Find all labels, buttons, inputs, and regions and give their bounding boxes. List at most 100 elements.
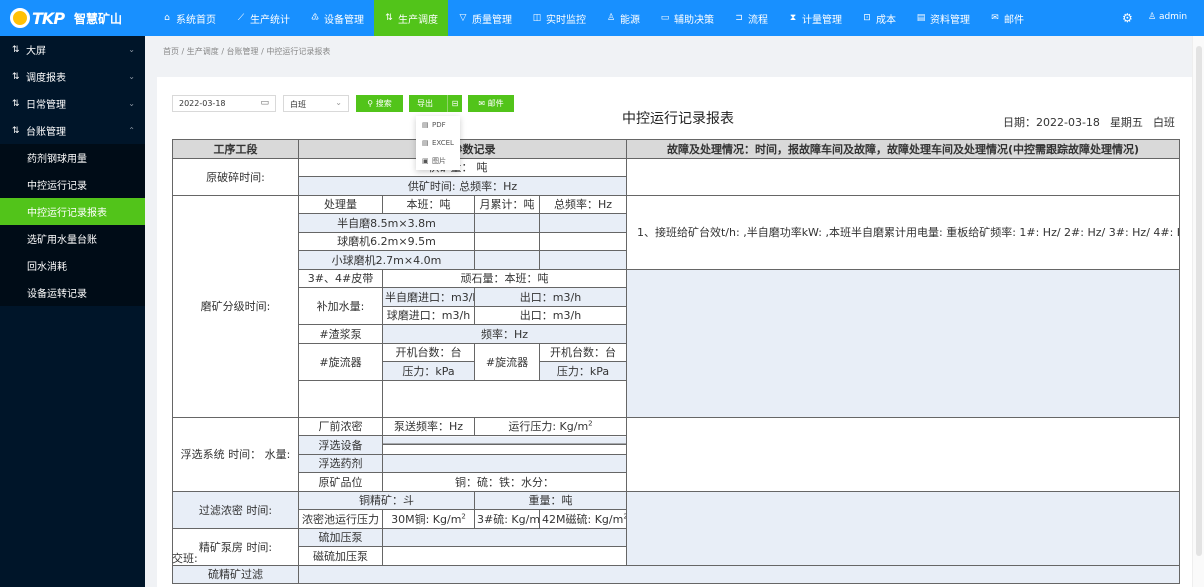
dispatch-icon: ⇅	[385, 13, 393, 23]
export-option-label: 图片	[432, 157, 446, 165]
search-button[interactable]: ⚲ 搜索	[356, 95, 403, 112]
nav-item-5[interactable]: ◫ 实时监控	[522, 0, 596, 36]
open-count-a: 开机台数：台	[382, 342, 475, 362]
sidebar-item-3[interactable]: 选矿用水量台账	[0, 225, 145, 252]
open-count-b: 开机台数：台	[539, 342, 627, 362]
this-shift: 本班：吨	[382, 194, 475, 214]
home-icon: ⌂	[164, 13, 170, 23]
search-label: 搜索	[375, 99, 392, 108]
nav-item-4[interactable]: ▽ 质量管理	[448, 0, 522, 36]
small-ball-mill-freq	[539, 250, 627, 270]
logo[interactable]: TKP 智慧矿山	[0, 0, 152, 36]
flotation-label: 浮选系统 时间： 水量:	[172, 416, 299, 492]
nav-item-label: 计量管理	[802, 14, 842, 26]
sidebar-item-0[interactable]: 药剂钢球用量	[0, 144, 145, 171]
nav-item-7[interactable]: ▭ 辅助决策	[650, 0, 724, 36]
sag-inlet-unit: 3/h	[461, 290, 474, 304]
grinding-label: 磨矿分级时间:	[172, 194, 299, 418]
cyclone-b: #旋流器	[474, 342, 540, 381]
sidebar-item-4[interactable]: 回水消耗	[0, 252, 145, 279]
nav-item-label: 生产统计	[250, 14, 290, 26]
calendar-icon: ▭	[260, 98, 269, 108]
app-name: 智慧矿山	[74, 11, 123, 26]
fault-cell-crush	[626, 157, 1180, 196]
sidebar-item-2[interactable]: 中控运行记录报表	[0, 198, 145, 225]
hourglass-icon: ⧗	[789, 13, 797, 23]
export-option-0[interactable]: ▤ PDF	[416, 116, 460, 134]
report-table: 工序工段 运行参数记录 故障及处理情况：时间，报故障车间及故障，故障处理车间及处…	[172, 139, 1180, 584]
sidebar-item-5[interactable]: 设备运转记录	[0, 279, 145, 306]
ball-inlet: 球磨进口：m	[386, 309, 453, 323]
nav-item-12[interactable]: ✉ 邮件	[980, 0, 1034, 36]
header-params: 运行参数记录	[298, 139, 627, 159]
chevron-down-icon: ⌄	[128, 72, 135, 81]
sag-mill: 半自磨8.5m×3.8m	[298, 213, 475, 233]
sidebar-group-label: 大屏	[26, 46, 46, 57]
sidebar-group-label: 调度报表	[26, 73, 66, 84]
nav-item-10[interactable]: ⊡ 成本	[852, 0, 906, 36]
export-option-1[interactable]: ▤ EXCEL	[416, 134, 460, 152]
sidebar-group-label: 日常管理	[26, 100, 66, 111]
mail-label: 邮件	[487, 99, 504, 108]
nav-item-label: 设备管理	[324, 14, 364, 26]
water-label: 补加水量:	[298, 287, 383, 325]
nav-item-6[interactable]: ♙ 能源	[596, 0, 650, 36]
menu-icon: ⇅	[12, 125, 20, 136]
nav-item-1[interactable]: ⟋ 生产统计	[226, 0, 300, 36]
ore-elements: 铜：硫：铁：水分：	[382, 472, 627, 492]
ball-outlet-unit: 3/h	[563, 309, 582, 323]
sidebar-item-1[interactable]: 中控运行记录	[0, 171, 145, 198]
mail-icon: ✉	[478, 99, 488, 108]
filter-icon: ▽	[459, 13, 467, 23]
file-icon: ▤	[422, 139, 429, 147]
sidebar-group-3[interactable]: ⇅ 台账管理 ⌃	[0, 117, 145, 144]
grinding-fault-note: 1、接班给矿台效t/h: ,半自磨功率kW: ,本班半自磨累计用电量: 重板给矿…	[626, 194, 1180, 270]
grinding-blank-1	[298, 380, 383, 418]
logo-mark-icon	[10, 8, 30, 28]
small-ball-mill-month	[474, 250, 540, 270]
nav-item-0[interactable]: ⌂ 系统首页	[152, 0, 226, 36]
nav-item-label: 辅助决策	[674, 14, 714, 26]
nav-item-label: 流程	[748, 14, 768, 26]
sidebar-group-0[interactable]: ⇅ 大屏 ⌄	[0, 36, 145, 63]
nav-item-9[interactable]: ⧗ 计量管理	[778, 0, 852, 36]
sidebar-group-2[interactable]: ⇅ 日常管理 ⌄	[0, 90, 145, 117]
scrollbar[interactable]	[1192, 36, 1204, 587]
ball-mill: 球磨机6.2m×9.5m	[298, 231, 475, 251]
shift-value: 白班	[290, 100, 306, 109]
nav-item-11[interactable]: ▤ 资料管理	[906, 0, 980, 36]
sidebar-group-1[interactable]: ⇅ 调度报表 ⌄	[0, 63, 145, 90]
grinding-blank-2	[382, 379, 627, 399]
settings-gear-icon[interactable]: ⚙	[1122, 11, 1133, 25]
cyclone-a: #旋流器	[298, 342, 383, 381]
nav-item-label: 能源	[620, 14, 640, 26]
pre-thickener: 厂前浓密	[298, 416, 383, 436]
shift-select[interactable]: 白班 ⌄	[283, 95, 349, 112]
month-total: 月累计：吨	[474, 194, 540, 214]
date-picker[interactable]: 2022-03-18 ▭	[172, 95, 276, 112]
sidebar: ⇅ 大屏 ⌄ ⇅ 调度报表 ⌄ ⇅ 日常管理 ⌄ ⇅ 台账管理 ⌃ 药剂钢球用量 中控运行记录 中控运行记录…	[0, 36, 145, 587]
flow-icon: ⊐	[735, 13, 743, 23]
export-button[interactable]: 导出 ⊟	[409, 95, 462, 112]
user-menu[interactable]: ♙ admin	[1148, 12, 1187, 22]
report-date: 日期：2022-03-18 星期五 白班	[1003, 114, 1185, 130]
nav-item-2[interactable]: ♳ 设备管理	[300, 0, 374, 36]
fault-cell-thicken	[626, 490, 1180, 566]
slurry-pump: #渣浆泵	[298, 324, 383, 344]
mail-icon: ✉	[991, 13, 999, 23]
primary-crush-label: 原破碎时间:	[172, 157, 299, 196]
chevron-up-icon: ⌃	[128, 126, 135, 135]
nav-item-label: 资料管理	[930, 14, 970, 26]
scrollbar-thumb[interactable]	[1196, 46, 1202, 556]
export-label: 导出	[417, 99, 433, 108]
logo-text: TKP	[32, 8, 65, 28]
export-dropdown-toggle[interactable]: ⊟	[447, 95, 462, 112]
nav-item-3[interactable]: ⇅ 生产调度	[374, 0, 448, 36]
run-pressure: 运行压力: Kg/m	[508, 420, 589, 434]
export-option-2[interactable]: ▣ 图片	[416, 152, 460, 170]
process-amount: 处理量	[298, 194, 383, 214]
document-icon: ▤	[916, 13, 926, 23]
nav-item-8[interactable]: ⊐ 流程	[724, 0, 778, 36]
mail-button[interactable]: ✉ 邮件	[468, 95, 514, 112]
decision-icon: ▭	[660, 13, 670, 23]
